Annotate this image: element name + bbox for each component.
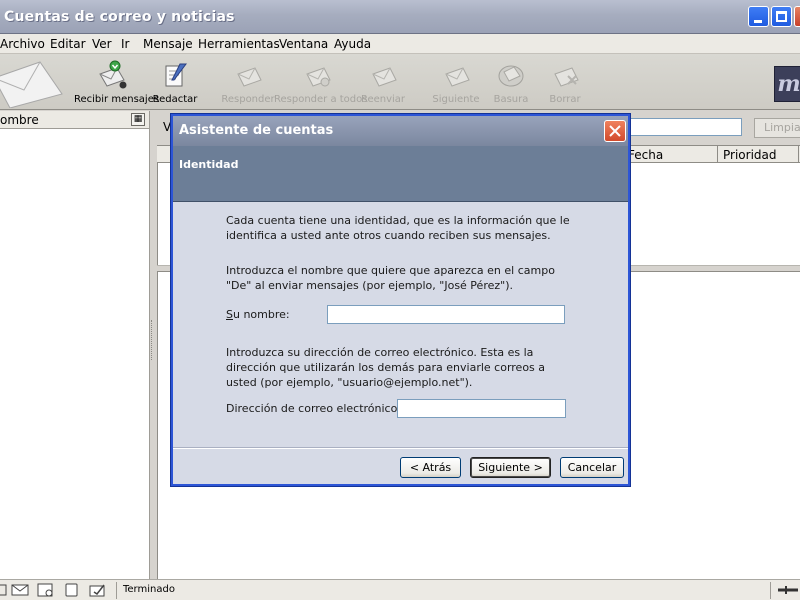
compose-button[interactable]: Redactar <box>152 54 198 110</box>
menu-herramientas[interactable]: Herramientas <box>198 37 280 51</box>
next-message-button[interactable]: Siguiente <box>430 54 482 110</box>
status-divider <box>116 582 117 599</box>
menu-editar[interactable]: Editar <box>50 37 86 51</box>
next-message-label: Siguiente <box>432 94 480 105</box>
column-divider[interactable] <box>798 146 799 163</box>
folder-column-label: ombre <box>0 113 39 127</box>
name-field-label: Su nombre: <box>226 308 290 321</box>
folder-pane[interactable] <box>0 129 150 579</box>
title-bar: Cuentas de correo y noticias <box>0 0 800 34</box>
menu-mensaje[interactable]: Mensaje <box>143 37 193 51</box>
browser-icon[interactable] <box>37 583 55 597</box>
mail-icon[interactable] <box>11 583 29 597</box>
dialog-body: Cada cuenta tiene una identidad, que es … <box>173 203 628 447</box>
minimize-button[interactable] <box>748 6 769 27</box>
email-instructions: Introduzca su dirección de correo electr… <box>226 346 546 389</box>
dialog-step-header: Identidad <box>173 146 628 202</box>
menu-ir[interactable]: Ir <box>121 37 129 51</box>
name-label-rest: u nombre: <box>232 308 290 321</box>
minimize-icon <box>754 20 762 23</box>
step-heading: Identidad <box>179 158 239 171</box>
mnemonic-letter: S <box>226 308 233 321</box>
column-divider[interactable] <box>717 146 718 163</box>
reply-all-label: Responder a todos <box>274 94 368 105</box>
menu-ventana[interactable]: Ventana <box>279 37 328 51</box>
maximize-icon <box>776 11 787 22</box>
reply-label: Responder <box>221 94 275 105</box>
dialog-title: Asistente de cuentas <box>179 123 334 138</box>
cancel-button[interactable]: Cancelar <box>560 457 624 478</box>
compose-label: Redactar <box>152 94 198 105</box>
next-message-icon <box>445 67 470 87</box>
column-picker-icon[interactable]: ▦ <box>131 113 145 126</box>
delete-label: Borrar <box>549 94 581 105</box>
name-instructions: Introduzca el nombre que quiere que apar… <box>226 264 555 292</box>
account-wizard-dialog: Asistente de cuentas Identidad Cada cuen… <box>171 114 630 486</box>
delete-button[interactable]: Borrar <box>542 54 588 110</box>
junk-button[interactable]: Basura <box>488 54 534 110</box>
search-input[interactable] <box>614 118 742 136</box>
reply-all-button[interactable]: Responder a todos <box>274 54 368 110</box>
brand-logo: m <box>774 66 800 102</box>
search-label: V <box>163 120 172 134</box>
forward-button[interactable]: Reenviar <box>358 54 408 110</box>
forward-icon <box>372 67 397 87</box>
dialog-title-bar[interactable]: Asistente de cuentas <box>173 116 628 146</box>
toolbar: Recibir mensajes Redactar Responder Resp… <box>0 54 800 110</box>
forward-label: Reenviar <box>360 94 406 105</box>
connection-status-icon[interactable] <box>776 583 800 597</box>
folder-pane-header[interactable]: ombre ▦ <box>0 111 150 129</box>
next-button[interactable]: Siguiente > <box>470 457 551 478</box>
column-date[interactable]: Fecha <box>628 148 663 162</box>
status-divider <box>770 582 771 599</box>
email-input[interactable] <box>397 399 566 418</box>
receive-messages-button[interactable]: Recibir mensajes <box>74 54 160 110</box>
close-icon <box>609 125 621 137</box>
receive-mail-icon <box>99 60 127 89</box>
dialog-separator <box>173 447 628 449</box>
menu-archivo[interactable]: Archivo <box>0 37 45 51</box>
junk-icon <box>498 65 524 87</box>
email-field-label: Dirección de correo electrónico: <box>226 402 402 415</box>
menu-bar: Archivo Editar Ver Ir Mensaje Herramient… <box>0 34 800 54</box>
receive-messages-label: Recibir mensajes <box>74 94 160 105</box>
delete-icon <box>554 67 579 87</box>
clear-button[interactable]: Limpiar <box>754 118 800 138</box>
compose-icon <box>165 63 187 87</box>
identity-description: Cada cuenta tiene una identidad, que es … <box>226 214 570 242</box>
menu-ver[interactable]: Ver <box>92 37 112 51</box>
reply-button[interactable]: Responder <box>220 54 276 110</box>
column-priority[interactable]: Prioridad <box>723 148 777 162</box>
splitter-grip[interactable] <box>151 320 156 360</box>
maximize-button[interactable] <box>771 6 792 27</box>
reply-all-icon <box>306 67 331 87</box>
reply-icon <box>237 67 262 87</box>
status-text: Terminado <box>123 584 175 595</box>
status-bar: Terminado <box>0 579 800 600</box>
junk-label: Basura <box>493 94 529 105</box>
close-window-button[interactable] <box>794 6 800 27</box>
back-button[interactable]: < Atrás <box>400 457 461 478</box>
composer-icon[interactable] <box>89 583 107 597</box>
name-input[interactable] <box>327 305 565 324</box>
dialog-close-button[interactable] <box>604 120 626 142</box>
mail-logo-icon <box>0 61 63 108</box>
address-book-icon[interactable] <box>63 583 81 597</box>
menu-ayuda[interactable]: Ayuda <box>334 37 371 51</box>
window-title: Cuentas de correo y noticias <box>4 9 235 25</box>
